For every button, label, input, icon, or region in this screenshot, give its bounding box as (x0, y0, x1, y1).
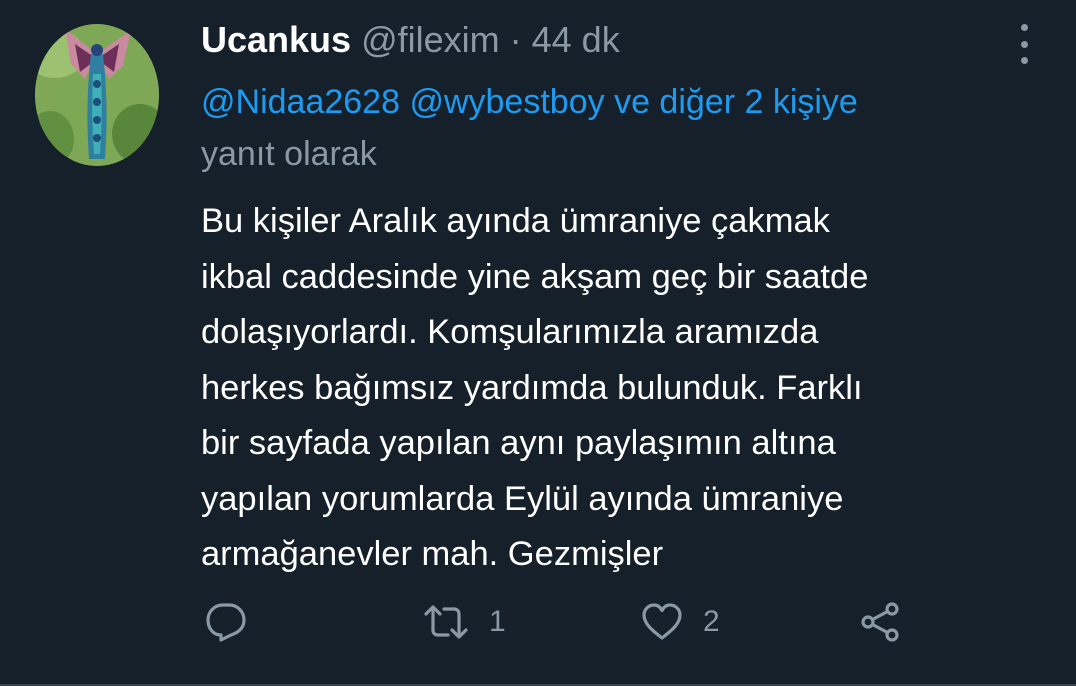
reply-context: @Nidaa2628 @wybestboy ve diğer 2 kişiye … (201, 74, 1031, 182)
display-name[interactable]: Ucankus (201, 18, 351, 62)
reply-icon (206, 603, 246, 642)
tweet[interactable]: Ucankus @filexim · 44 dk @Nidaa2628 @wyb… (0, 0, 1076, 686)
user-handle[interactable]: @filexim (361, 18, 500, 62)
heart-icon (642, 603, 682, 640)
like-button[interactable]: 2 (641, 600, 720, 644)
others-link[interactable]: ve diğer 2 kişiye (614, 83, 858, 121)
avatar[interactable] (35, 24, 159, 166)
reply-button[interactable] (205, 600, 247, 644)
like-count: 2 (703, 605, 720, 638)
tweet-content: Ucankus @filexim · 44 dk @Nidaa2628 @wyb… (201, 18, 1031, 583)
tweet-actions: 1 2 (201, 600, 921, 644)
separator-dot: · (509, 19, 522, 60)
retweet-icon (424, 605, 468, 639)
mention-link[interactable]: @Nidaa2628 (201, 83, 400, 121)
tweet-text: Bu kişiler Aralık ayında ümraniye çakmak… (201, 202, 869, 573)
tweet-header: Ucankus @filexim · 44 dk (201, 18, 1031, 62)
retweet-count: 1 (489, 605, 506, 638)
timestamp[interactable]: 44 dk (532, 18, 620, 62)
reply-suffix: yanıt olarak (201, 135, 377, 173)
share-button[interactable] (859, 600, 901, 644)
share-icon (861, 602, 899, 642)
mention-link[interactable]: @wybestboy (409, 83, 604, 121)
retweet-button[interactable]: 1 (423, 600, 506, 644)
